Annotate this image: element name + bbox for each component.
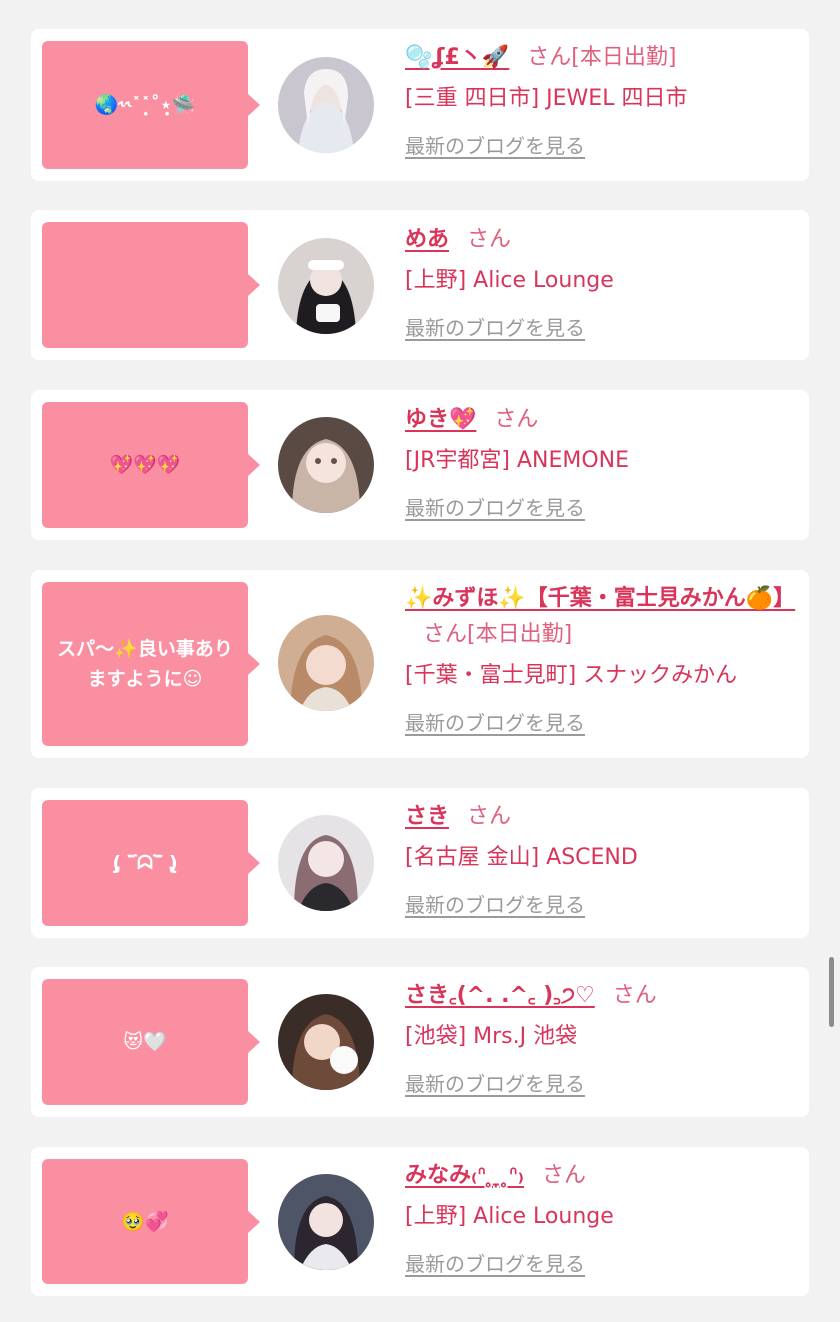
view-blog-link[interactable]: 最新のブログを見る (405, 132, 585, 160)
shop-name: [JR宇都宮] ANEMONE (405, 448, 629, 473)
cast-name-link[interactable]: 🫧ʆ£丶🚀 (405, 45, 509, 70)
name-line: さき さん (405, 799, 801, 835)
view-blog-link[interactable]: 最新のブログを見る (405, 709, 585, 737)
cast-info: ゆき💖 さん [JR宇都宮] ANEMONE 最新のブログを見る (405, 402, 801, 522)
comment-bubble: 🌏˞˞˟˟̣̩˚⋆̩̣🛸 (42, 41, 260, 169)
avatar[interactable] (278, 57, 374, 153)
list-item: 💖💖💖 ゆき💖 さん [JR宇都宮] ANEMONE 最新のブログを見る (31, 390, 809, 540)
scrollbar[interactable] (829, 957, 834, 1027)
comment-bubble: 💖💖💖 (42, 402, 260, 528)
cast-name-link[interactable]: みなみ₍ᐢ ̥ ̞ ̥ᐢ₎ (405, 1163, 524, 1188)
shop-name: [三重 四日市] JEWEL 四日市 (405, 86, 688, 111)
shop-name: [上野] Alice Lounge (405, 1204, 614, 1229)
avatar[interactable] (278, 417, 374, 513)
list-item: スパ〜✨良い事ありますように☺︎ ✨みずほ✨【千葉・富士見みかん🍊】さん[本日出… (31, 570, 809, 758)
comment-text: 🌏˞˞˟˟̣̩˚⋆̩̣🛸 (94, 94, 196, 116)
cast-info: さき꜀(^. .^꜀ )꜆੭♡ さん [池袋] Mrs.J 池袋 最新のブログを見… (405, 978, 801, 1098)
comment-bubble: スパ〜✨良い事ありますように☺︎ (42, 582, 260, 746)
name-line: ゆき💖 さん (405, 402, 801, 438)
name-line: ✨みずほ✨【千葉・富士見みかん🍊】さん[本日出勤] (405, 581, 801, 653)
honorific: さん (467, 227, 512, 252)
shop-name: [名古屋 金山] ASCEND (405, 845, 638, 870)
cast-info: 🫧ʆ£丶🚀 さん[本日出勤] [三重 四日市] JEWEL 四日市 最新のブログを… (405, 40, 801, 160)
shop-name: [上野] Alice Lounge (405, 268, 614, 293)
shop-name: [千葉・富士見町] スナックみかん (405, 663, 738, 688)
avatar[interactable] (278, 994, 374, 1090)
view-blog-link[interactable]: 最新のブログを見る (405, 891, 585, 919)
cast-name-link[interactable]: ゆき💖 (405, 407, 476, 432)
avatar[interactable] (278, 1174, 374, 1270)
honorific: さん (494, 407, 539, 432)
honorific: さん (467, 804, 512, 829)
comment-text: 🥹💞 (121, 1210, 169, 1233)
cast-info: めあ さん [上野] Alice Lounge 最新のブログを見る (405, 222, 801, 342)
list-item: 🥹💞 みなみ₍ᐢ ̥ ̞ ̥ᐢ₎ さん [上野] Alice Lounge 最新の… (31, 1147, 809, 1296)
list-item: 🌏˞˞˟˟̣̩˚⋆̩̣🛸 🫧ʆ£丶🚀 さん[本日出勤] [三重 四日市] JEWE… (31, 29, 809, 181)
name-line: さき꜀(^. .^꜀ )꜆੭♡ さん (405, 978, 801, 1014)
cast-name-link[interactable]: ✨みずほ✨【千葉・富士見みかん🍊】 (405, 586, 795, 611)
comment-text: 💖💖💖 (109, 454, 181, 476)
list-item: 😻🤍 さき꜀(^. .^꜀ )꜆੭♡ さん [池袋] Mrs.J 池袋 最新のブロ… (31, 967, 809, 1117)
view-blog-link[interactable]: 最新のブログを見る (405, 314, 585, 342)
comment-text: 😻🤍 (123, 1031, 167, 1053)
name-line: みなみ₍ᐢ ̥ ̞ ̥ᐢ₎ さん (405, 1158, 801, 1194)
honorific: さん (527, 45, 572, 70)
view-blog-link[interactable]: 最新のブログを見る (405, 1250, 585, 1278)
honorific: さん (423, 622, 468, 647)
avatar[interactable] (278, 615, 374, 711)
cast-name-link[interactable]: さき꜀(^. .^꜀ )꜆੭♡ (405, 983, 595, 1008)
list-item: めあ さん [上野] Alice Lounge 最新のブログを見る (31, 210, 809, 360)
comment-text: (̨̡ ‾᷄ᗣ‾᷅ )̧̢ (112, 852, 178, 874)
cast-info: ✨みずほ✨【千葉・富士見みかん🍊】さん[本日出勤] [千葉・富士見町] スナック… (405, 581, 801, 737)
shift-badge: [本日出勤] (571, 45, 677, 70)
cast-info: さき さん [名古屋 金山] ASCEND 最新のブログを見る (405, 799, 801, 919)
comment-bubble (42, 222, 260, 348)
shift-badge: [本日出勤] (467, 622, 573, 647)
name-line: めあ さん (405, 222, 801, 258)
avatar[interactable] (278, 815, 374, 911)
honorific: さん (612, 983, 657, 1008)
comment-bubble: (̨̡ ‾᷄ᗣ‾᷅ )̧̢ (42, 800, 260, 926)
comment-bubble: 🥹💞 (42, 1159, 260, 1284)
list-item: (̨̡ ‾᷄ᗣ‾᷅ )̧̢ さき さん [名古屋 金山] ASCEND 最新のブロ… (31, 788, 809, 938)
view-blog-link[interactable]: 最新のブログを見る (405, 494, 585, 522)
cast-name-link[interactable]: さき (405, 804, 449, 829)
cast-info: みなみ₍ᐢ ̥ ̞ ̥ᐢ₎ さん [上野] Alice Lounge 最新のブログ… (405, 1158, 801, 1278)
comment-bubble: 😻🤍 (42, 979, 260, 1105)
view-blog-link[interactable]: 最新のブログを見る (405, 1070, 585, 1098)
shop-name: [池袋] Mrs.J 池袋 (405, 1024, 578, 1049)
comment-text: スパ〜✨良い事ありますように☺︎ (57, 638, 233, 690)
cast-name-link[interactable]: めあ (405, 227, 449, 252)
honorific: さん (542, 1163, 587, 1188)
name-line: 🫧ʆ£丶🚀 さん[本日出勤] (405, 40, 801, 76)
avatar[interactable] (278, 238, 374, 334)
